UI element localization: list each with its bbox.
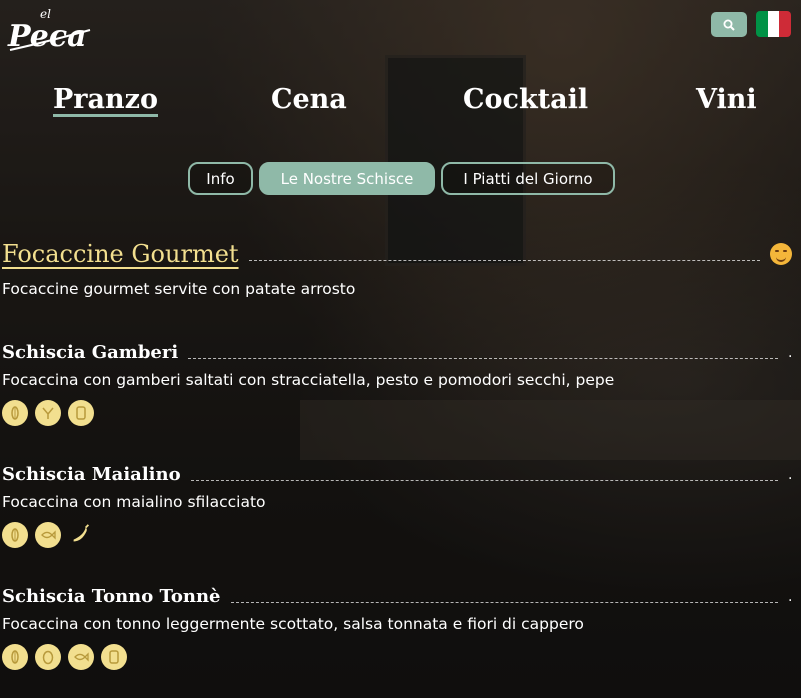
item-title: Schiscia Gamberi bbox=[2, 342, 179, 363]
search-icon bbox=[723, 19, 735, 31]
flag-stripe-red bbox=[779, 11, 791, 37]
gluten-icon bbox=[2, 644, 28, 670]
spicy-icon bbox=[68, 522, 94, 548]
nav-cocktail[interactable]: Cocktail bbox=[463, 84, 588, 115]
shellfish-icon bbox=[35, 400, 61, 426]
section-description: Focaccine gourmet servite con patate arr… bbox=[2, 280, 356, 298]
nav-vini[interactable]: Vini bbox=[696, 84, 757, 115]
item-description: Focaccina con gamberi saltati con stracc… bbox=[2, 371, 615, 389]
sub-navigation: Info Le Nostre Schisce I Piatti del Gior… bbox=[0, 162, 801, 198]
dairy-icon bbox=[68, 400, 94, 426]
menu-item: Schiscia Maialino . Focaccina con maiali… bbox=[2, 464, 792, 548]
item-title: Schiscia Tonno Tonnè bbox=[2, 586, 221, 607]
fish-icon bbox=[68, 644, 94, 670]
allergen-list bbox=[2, 644, 792, 670]
gluten-icon bbox=[2, 400, 28, 426]
tab-info[interactable]: Info bbox=[188, 162, 253, 195]
flag-stripe-green bbox=[756, 11, 768, 37]
gluten-icon bbox=[2, 522, 28, 548]
allergen-list bbox=[2, 400, 792, 426]
allergen-list bbox=[2, 522, 792, 548]
brand-logo[interactable]: el Peca bbox=[6, 4, 96, 56]
search-button[interactable] bbox=[711, 12, 747, 37]
leader-dots bbox=[190, 468, 778, 481]
egg-icon bbox=[35, 644, 61, 670]
item-price: . bbox=[788, 588, 793, 605]
item-title: Schiscia Maialino bbox=[2, 464, 181, 485]
section-title[interactable]: Focaccine Gourmet bbox=[2, 240, 239, 268]
section-header: Focaccine Gourmet bbox=[2, 240, 792, 268]
main-navigation: Pranzo Cena Cocktail Vini bbox=[0, 84, 801, 124]
menu-item: Schiscia Tonno Tonnè . Focaccina con ton… bbox=[2, 586, 792, 670]
leader-dots bbox=[230, 590, 778, 603]
leader-dots bbox=[188, 346, 778, 359]
language-flag-italy[interactable] bbox=[756, 11, 791, 37]
menu-item: Schiscia Gamberi . Focaccina con gamberi… bbox=[2, 342, 792, 426]
smiling-face-icon bbox=[770, 243, 792, 265]
item-price: . bbox=[788, 344, 793, 361]
item-description: Focaccina con maialino sfilacciato bbox=[2, 493, 266, 511]
nav-cena[interactable]: Cena bbox=[271, 84, 347, 115]
fish-icon bbox=[35, 522, 61, 548]
nav-pranzo[interactable]: Pranzo bbox=[53, 84, 158, 115]
item-price: . bbox=[788, 466, 793, 483]
flag-stripe-white bbox=[767, 11, 780, 37]
menu-section: Focaccine Gourmet Focaccine gourmet serv… bbox=[2, 240, 792, 298]
leader-dots bbox=[248, 248, 760, 261]
tab-le-nostre-schisce[interactable]: Le Nostre Schisce bbox=[259, 162, 435, 195]
dairy-icon bbox=[101, 644, 127, 670]
tab-piatti-del-giorno[interactable]: I Piatti del Giorno bbox=[441, 162, 615, 195]
item-description: Focaccina con tonno leggermente scottato… bbox=[2, 615, 584, 633]
